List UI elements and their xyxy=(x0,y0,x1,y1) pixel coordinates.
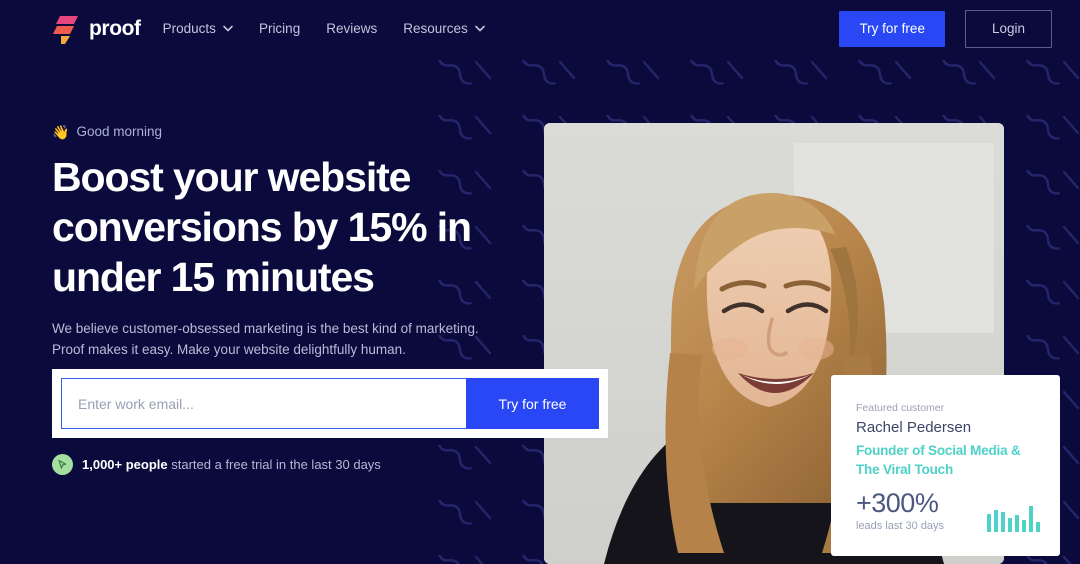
work-email-input[interactable] xyxy=(61,378,466,429)
sparkline-bar xyxy=(1001,512,1005,532)
cursor-arrow-icon xyxy=(52,454,73,475)
nav-label: Pricing xyxy=(258,21,301,36)
brand-name: proof xyxy=(89,16,141,40)
waving-hand-icon: 👋 xyxy=(52,123,70,140)
nav-label: Products xyxy=(162,21,216,36)
social-proof-text: 1,000+ people started a free trial in th… xyxy=(82,457,381,472)
nav-item-reviews[interactable]: Reviews xyxy=(326,21,377,36)
site-header: proof Products Pricing Reviews Resources xyxy=(0,0,1080,57)
sparkline-bar xyxy=(1029,506,1033,532)
featured-stat-block: +300% leads last 30 days xyxy=(856,488,944,532)
status-badge: +300% xyxy=(856,488,939,518)
social-proof-rest: started a free trial in the last 30 days xyxy=(167,457,381,472)
chevron-down-icon xyxy=(223,25,233,32)
sparkline-bar xyxy=(987,514,991,532)
featured-customer-card: Featured customer Rachel Pedersen Founde… xyxy=(831,375,1060,556)
featured-customer-name: Rachel Pedersen xyxy=(856,419,972,436)
featured-stat-sublabel: leads last 30 days xyxy=(856,520,945,532)
header-try-for-free-button[interactable]: Try for free xyxy=(839,10,945,47)
hero-copy: 👋 Good morning Boost your website conver… xyxy=(52,124,522,382)
signup-form: Try for free xyxy=(52,369,608,438)
role-line-1: Founder of Social Media & xyxy=(856,443,1021,458)
featured-customer-label: Featured customer xyxy=(856,402,945,414)
sparkline-bar xyxy=(1022,520,1026,532)
social-proof-count: 1,000+ people xyxy=(82,457,168,472)
landing-page: proof Products Pricing Reviews Resources xyxy=(0,0,1080,564)
nav-label: Resources xyxy=(403,21,468,36)
nav-label: Reviews xyxy=(326,21,378,36)
featured-stat-row: +300% leads last 30 days xyxy=(856,488,1040,532)
proof-logo-icon xyxy=(53,15,78,44)
nav-item-pricing[interactable]: Pricing xyxy=(259,21,300,36)
role-line-2: The Viral Touch xyxy=(856,462,954,477)
header-actions: Try for free Login xyxy=(839,9,1052,48)
featured-customer-role: Founder of Social Media & The Viral Touc… xyxy=(856,441,1035,479)
greeting: 👋 Good morning xyxy=(52,124,522,139)
social-proof: 1,000+ people started a free trial in th… xyxy=(52,454,381,475)
hero-subtext: We believe customer-obsessed marketing i… xyxy=(52,321,479,357)
nav-item-resources[interactable]: Resources xyxy=(403,21,485,36)
leads-sparkline-chart xyxy=(987,502,1040,532)
form-try-for-free-button[interactable]: Try for free xyxy=(466,378,599,429)
sparkline-bar xyxy=(994,510,998,532)
sparkline-bar xyxy=(1008,518,1012,532)
brand-logo[interactable]: proof xyxy=(52,14,141,44)
page-title: Boost your website conversions by 15% in… xyxy=(52,154,472,300)
sparkline-bar xyxy=(1036,522,1040,532)
login-button[interactable]: Login xyxy=(964,9,1052,48)
greeting-text: Good morning xyxy=(76,124,162,139)
main-nav: Products Pricing Reviews Resources xyxy=(163,21,485,36)
chevron-down-icon xyxy=(474,25,485,32)
nav-item-products[interactable]: Products xyxy=(163,21,233,36)
sparkline-bar xyxy=(1015,515,1019,532)
